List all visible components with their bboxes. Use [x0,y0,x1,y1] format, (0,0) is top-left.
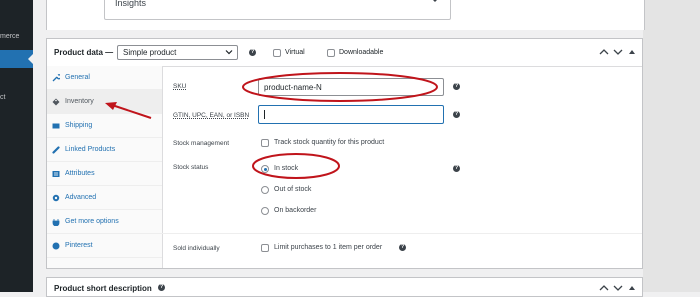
chevron-down-icon [225,50,233,55]
sku-value: product-name-N [264,83,322,92]
stock-management-checkbox[interactable] [261,139,269,147]
collapse-icon [629,286,635,290]
tab-linked-products[interactable]: Linked Products [47,138,162,162]
virtual-label: Virtual [285,49,305,56]
sold-individually-checkbox[interactable] [261,244,269,252]
downloadable-checkbox[interactable] [327,49,335,57]
move-down-icon [613,285,623,291]
panel-controls [599,285,635,291]
menu-item-woocommerce[interactable]: merce [0,33,19,40]
product-data-title: Product data — [54,48,114,57]
product-data-tabs: General Inventory Shipping Linked Produc… [47,66,163,268]
out-of-stock-radio[interactable] [261,186,269,194]
admin-sidebar: merce ct [0,0,33,292]
help-icon[interactable]: ? [249,49,256,56]
collapse-icon [629,50,635,54]
insights-select[interactable]: Insights [104,0,451,20]
help-icon[interactable]: ? [453,165,460,172]
tab-general[interactable]: General [47,66,162,90]
tab-label: Attributes [65,170,95,177]
stock-management-option: Track stock quantity for this product [274,139,385,146]
insights-label: Insights [115,0,147,8]
menu-item-product[interactable]: ct [0,94,5,101]
virtual-checkbox[interactable] [273,49,281,57]
product-type-select[interactable]: Simple product [117,45,238,60]
help-icon[interactable]: ? [453,83,460,90]
link-icon [52,146,60,154]
tab-inventory[interactable]: Inventory [47,90,162,114]
downloadable-label: Downloadable [339,49,384,56]
sku-input[interactable]: product-name-N [258,78,444,96]
product-short-description-panel: Product short description ? [46,277,643,297]
tab-shipping[interactable]: Shipping [47,114,162,138]
product-data-header: Product data — Simple product ? Virtual … [47,39,642,67]
tab-get-more-options[interactable]: Get more options [47,210,162,234]
product-data-panel: Product data — Simple product ? Virtual … [46,38,643,269]
tab-label: General [65,74,90,81]
truck-icon [52,123,60,129]
pinterest-icon [52,242,60,250]
tab-label: Inventory [65,98,94,105]
sku-label: SKU [173,83,187,90]
gtin-input[interactable] [258,105,444,124]
stock-management-label: Stock management [173,140,230,147]
on-backorder-label: On backorder [274,207,317,214]
plugin-icon [52,219,60,226]
out-of-stock-label: Out of stock [274,186,312,193]
right-column [643,0,700,292]
tab-advanced[interactable]: Advanced [47,186,162,210]
tab-label: Linked Products [65,146,116,153]
wrench-icon [52,74,60,82]
text-cursor [264,110,265,119]
move-down-icon [613,49,623,55]
tab-label: Advanced [65,194,97,201]
help-icon[interactable]: ? [453,111,460,118]
move-up-icon [599,49,609,55]
tab-attributes[interactable]: Attributes [47,162,162,186]
in-stock-label: In stock [274,165,299,172]
help-icon[interactable]: ? [399,244,406,251]
tab-pinterest[interactable]: Pinterest [47,234,162,258]
tab-label: Pinterest [65,242,93,249]
in-stock-radio[interactable] [261,165,269,173]
tag-icon [52,98,60,106]
sold-individually-label: Sold individually [173,245,220,252]
gtin-label: GTIN, UPC, EAN, or ISBN [173,112,250,119]
help-icon[interactable]: ? [158,284,165,291]
divider [162,233,642,234]
on-backorder-radio[interactable] [261,207,269,215]
stock-status-label: Stock status [173,164,209,171]
tab-label: Get more options [65,218,119,225]
sold-individually-option: Limit purchases to 1 item per order [274,244,383,251]
move-up-icon [599,285,609,291]
panel-controls [599,49,635,55]
active-menu-notch [28,54,33,64]
chevron-down-icon [433,0,437,2]
product-type-value: Simple product [123,48,177,57]
gear-icon [52,194,60,202]
list-icon [52,171,60,177]
insights-panel: Insights [46,0,645,30]
tab-label: Shipping [65,122,93,129]
